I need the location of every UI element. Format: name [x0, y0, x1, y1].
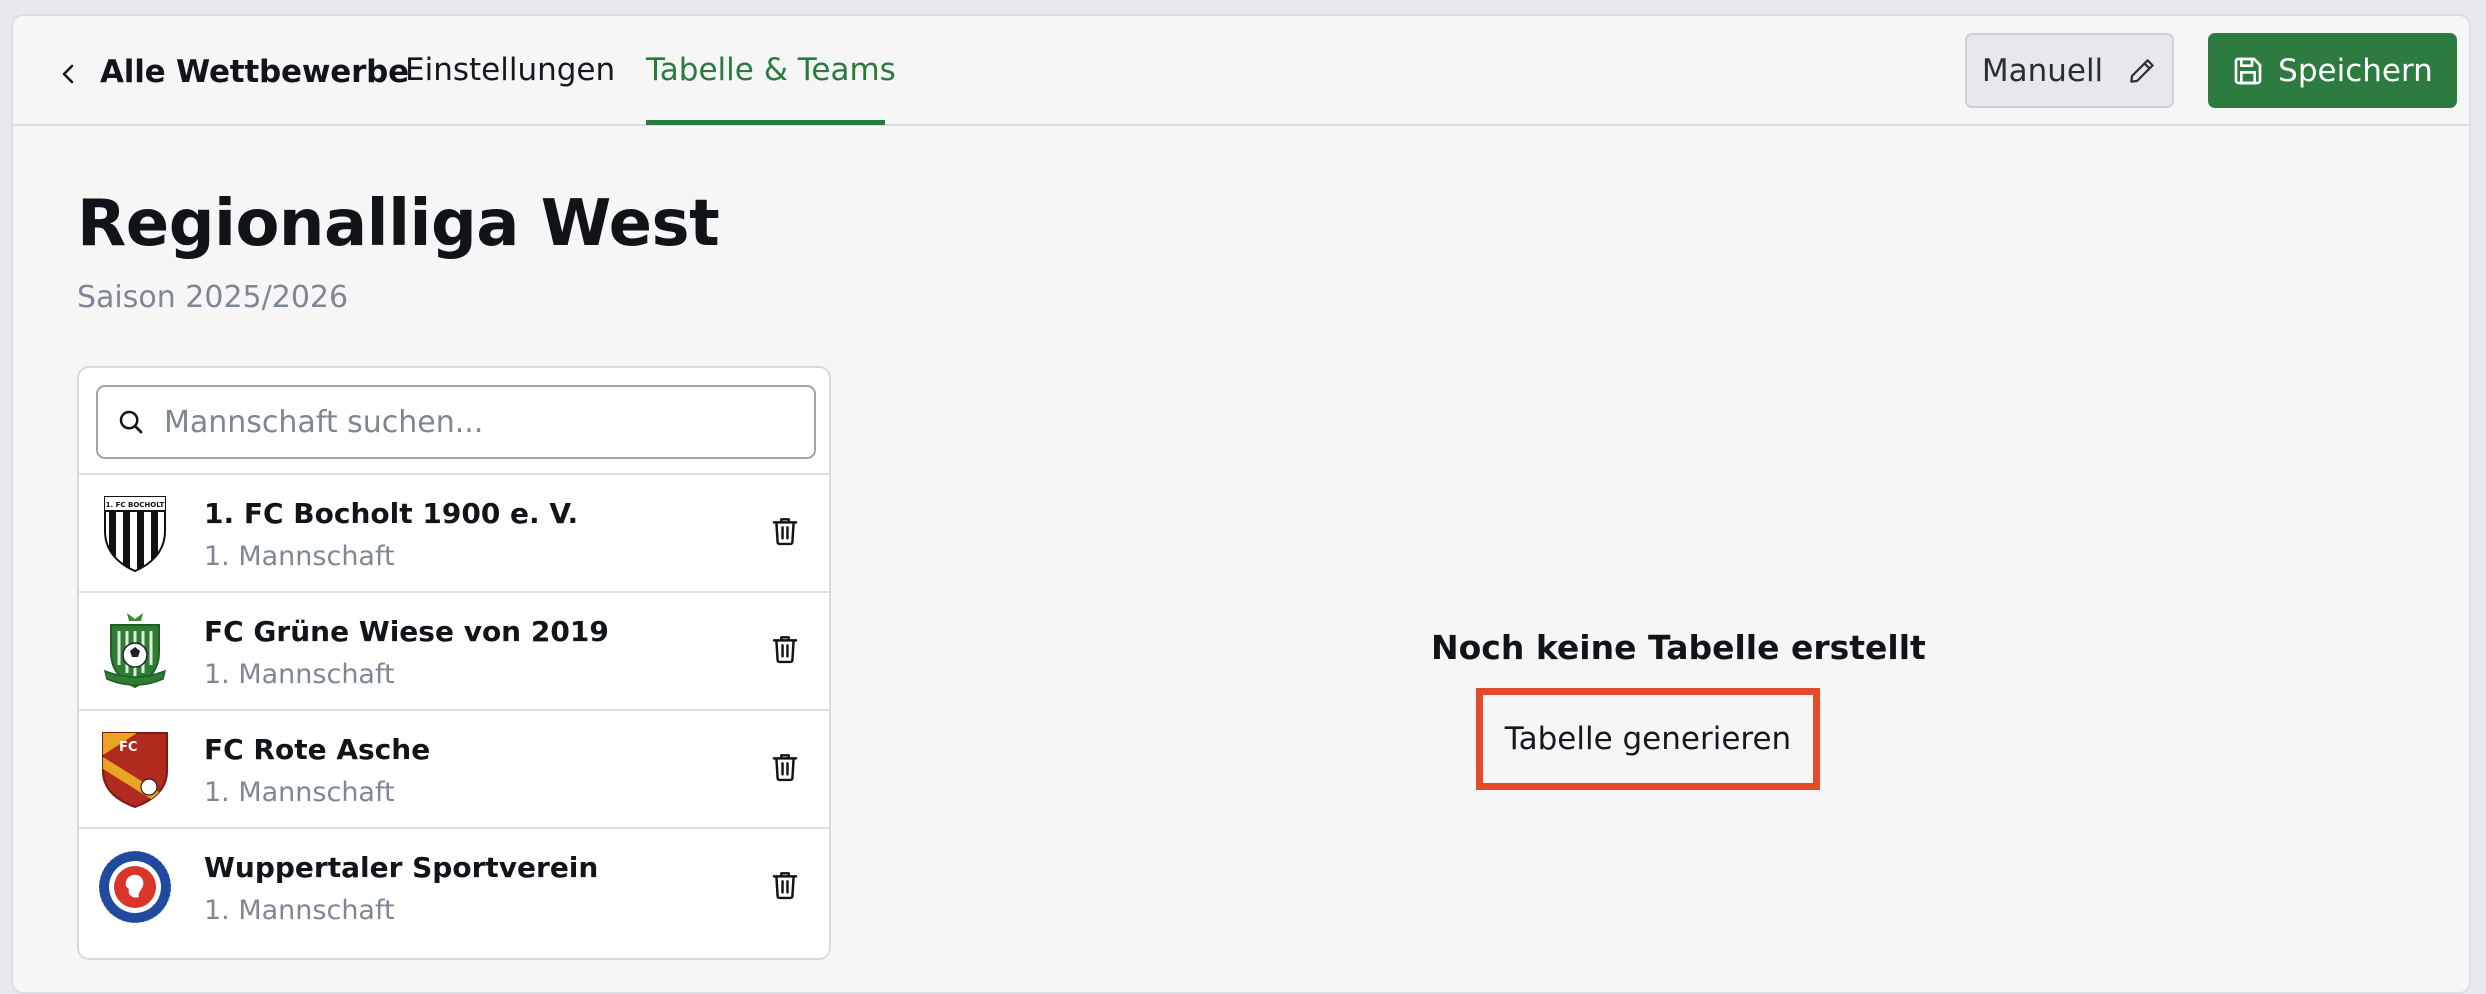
team-name: Wuppertaler Sportverein [204, 851, 599, 884]
list-item-team[interactable]: Wuppertaler Sportverein 1. Mannschaft [79, 827, 829, 945]
team-subtitle: 1. Mannschaft [204, 777, 395, 808]
app-window: Alle Wettbewerbe Einstellungen Tabelle &… [11, 14, 2471, 994]
list-item-team[interactable]: FC Grüne Wiese von 2019 1. Mannschaft [79, 591, 829, 709]
tab-table-and-teams[interactable]: Tabelle & Teams [646, 52, 896, 88]
empty-state-title: Noch keine Tabelle erstellt [1431, 628, 1926, 667]
team-subtitle: 1. Mannschaft [204, 541, 395, 572]
team-name: 1. FC Bocholt 1900 e. V. [204, 497, 579, 530]
mode-manual-button[interactable]: Manuell [1965, 33, 2174, 108]
trash-icon [772, 636, 798, 664]
search-field[interactable] [96, 385, 816, 459]
floppy-disk-icon [2234, 57, 2262, 84]
generate-table-button[interactable]: Tabelle generieren [1476, 688, 1820, 790]
team-subtitle: 1. Mannschaft [204, 895, 395, 926]
active-tab-indicator [646, 120, 885, 125]
team-list: 1. FC BOCHOLT 1. FC Bocholt 1900 e. V. 1… [79, 473, 829, 945]
tab-settings[interactable]: Einstellungen [405, 52, 615, 88]
trash-icon [772, 754, 798, 782]
chevron-left-icon [62, 64, 74, 84]
top-navigation-bar: Alle Wettbewerbe Einstellungen Tabelle &… [13, 16, 2469, 126]
search-input[interactable] [162, 403, 786, 441]
delete-team-button[interactable] [765, 747, 805, 787]
team-list-panel: 1. FC BOCHOLT 1. FC Bocholt 1900 e. V. 1… [77, 366, 831, 960]
back-button[interactable] [49, 54, 89, 94]
trash-icon [772, 872, 798, 900]
save-label: Speichern [2278, 52, 2433, 89]
page-title: Regionalliga West [77, 187, 720, 261]
bocholt-logo-text: 1. FC BOCHOLT [106, 501, 165, 509]
delete-team-button[interactable] [765, 865, 805, 905]
season-subtitle: Saison 2025/2026 [77, 280, 349, 315]
team-subtitle: 1. Mannschaft [204, 659, 395, 690]
team-name: FC Grüne Wiese von 2019 [204, 615, 609, 648]
team-logo-rote-asche: FC [97, 727, 173, 811]
delete-team-button[interactable] [765, 511, 805, 551]
mode-label: Manuell [1981, 52, 2104, 89]
trash-icon [772, 518, 798, 546]
save-button[interactable]: Speichern [2208, 33, 2457, 108]
list-item-team[interactable]: FC FC Rote Asche 1. Mannschaft [79, 709, 829, 827]
team-name: FC Rote Asche [204, 733, 431, 766]
search-icon [116, 407, 146, 437]
pencil-icon [2130, 58, 2154, 83]
team-logo-gruene-wiese [97, 609, 173, 693]
delete-team-button[interactable] [765, 629, 805, 669]
team-logo-wuppertal [97, 845, 173, 929]
team-logo-bocholt: 1. FC BOCHOLT [97, 491, 173, 575]
rote-asche-logo-text: FC [119, 740, 137, 755]
list-item-team[interactable]: 1. FC BOCHOLT 1. FC Bocholt 1900 e. V. 1… [79, 473, 829, 591]
back-link-all-competitions[interactable]: Alle Wettbewerbe [100, 54, 409, 90]
